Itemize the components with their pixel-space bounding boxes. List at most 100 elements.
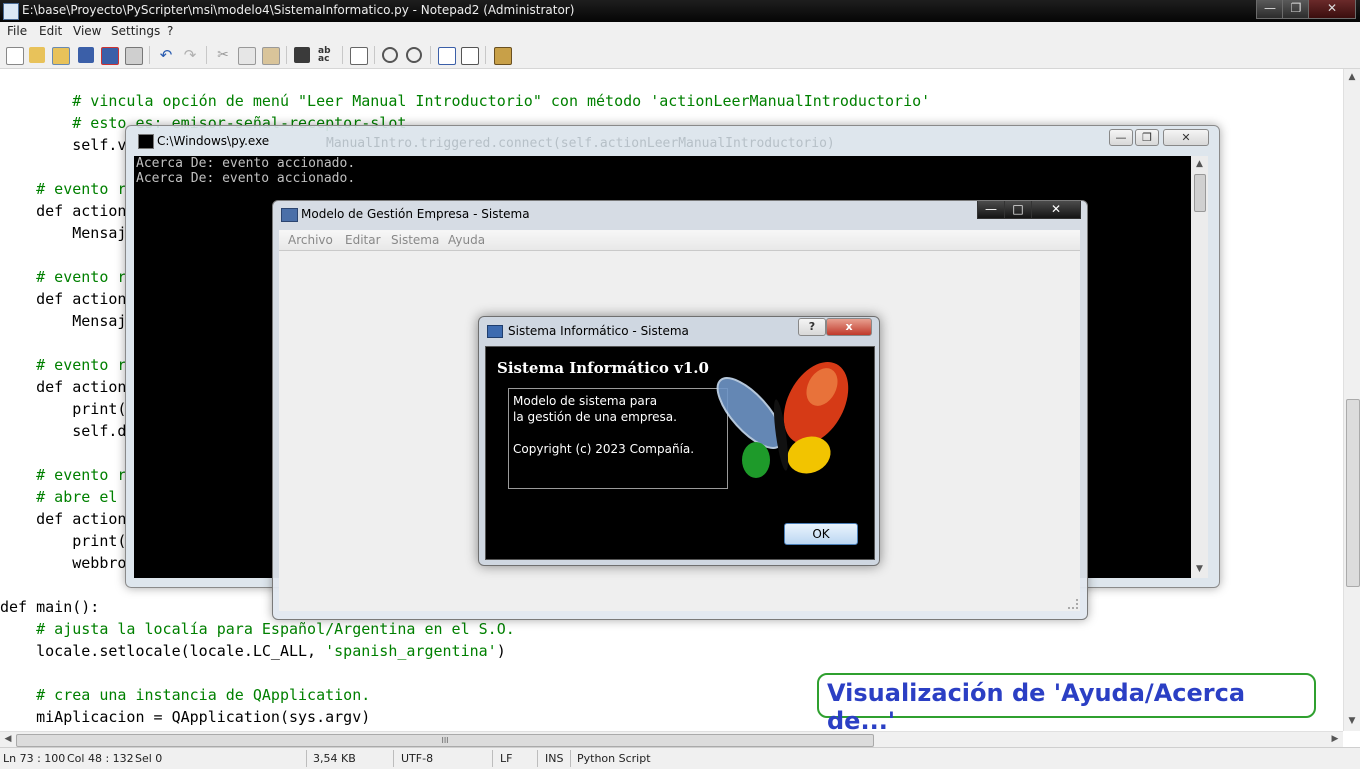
menu-file[interactable]: File [7, 24, 27, 38]
status-separator [537, 750, 538, 767]
qt-minimize-button[interactable]: — [977, 201, 1005, 219]
scroll-down-arrow-icon[interactable]: ▼ [1344, 713, 1360, 729]
console-line: Acerca De: evento accionado. [136, 171, 356, 186]
about-text-line: la gestión de una empresa. [513, 410, 677, 424]
status-separator [306, 750, 307, 767]
annotation-text: Visualización de 'Ayuda/Acerca de...' [827, 679, 1246, 735]
toolbar-separator [206, 46, 207, 64]
settings-icon[interactable] [438, 47, 456, 65]
about-text-box: Modelo de sistema para la gestión de una… [508, 388, 728, 489]
print-icon[interactable] [125, 47, 143, 65]
qt-window-title: Modelo de Gestión Empresa - Sistema [301, 207, 530, 221]
find-icon[interactable] [294, 47, 310, 63]
qt-maximize-button[interactable]: □ [1004, 201, 1032, 219]
code-line: def action [0, 290, 127, 308]
console-maximize-button[interactable]: ❐ [1135, 129, 1159, 146]
menu-edit[interactable]: Edit [39, 24, 62, 38]
code-line: # evento r [0, 466, 127, 484]
dialog-close-button[interactable]: x [826, 318, 872, 336]
console-ghost-text: ManualIntro.triggered.connect(self.actio… [326, 136, 835, 151]
console-scrollbar[interactable]: ▲ ▼ [1191, 156, 1208, 578]
about-dialog: Sistema Informático - Sistema ? x Sistem… [478, 316, 880, 566]
code-line: self.d [0, 422, 127, 440]
console-title: C:\Windows\py.exe [157, 134, 270, 148]
horizontal-scroll-thumb[interactable]: III [16, 734, 874, 747]
vertical-scroll-thumb[interactable] [1346, 399, 1360, 587]
status-column: Col 48 : 132 [67, 752, 134, 765]
undo-icon[interactable]: ↶ [158, 47, 174, 63]
annotation-callout: Visualización de 'Ayuda/Acerca de...' [817, 673, 1316, 735]
cut-icon[interactable]: ✂ [215, 47, 231, 63]
zoom-in-icon[interactable] [382, 47, 398, 63]
scroll-left-arrow-icon[interactable]: ◀ [0, 732, 16, 747]
qt-menu-bar: Archivo Editar Sistema Ayuda [279, 230, 1080, 251]
status-line-ending[interactable]: LF [500, 752, 512, 765]
scroll-down-arrow-icon[interactable]: ▼ [1191, 561, 1208, 577]
editor-vertical-scrollbar[interactable]: ▲ ▼ [1343, 69, 1360, 731]
goto-icon[interactable] [350, 47, 368, 65]
console-scroll-thumb[interactable] [1194, 174, 1206, 212]
status-bar: Ln 73 : 100 Col 48 : 132 Sel 0 3,54 KB U… [0, 747, 1360, 769]
code-line: locale.setlocale(locale.LC_ALL, 'spanish… [0, 642, 506, 660]
code-line: self.v [0, 136, 127, 154]
about-text-line: Modelo de sistema para [513, 394, 658, 408]
status-separator [393, 750, 394, 767]
replace-icon[interactable]: ab ac [318, 47, 334, 64]
qt-close-button[interactable]: ✕ [1031, 201, 1081, 219]
qt-menu-editar[interactable]: Editar [345, 233, 381, 247]
code-line: def action [0, 378, 127, 396]
exit-icon[interactable] [494, 47, 512, 65]
scroll-right-arrow-icon[interactable]: ▶ [1327, 732, 1343, 747]
notepad-title-bar: E:\base\Proyecto\PyScripter\msi\modelo4\… [0, 0, 1360, 22]
ok-button[interactable]: OK [784, 523, 858, 545]
qt-menu-ayuda[interactable]: Ayuda [448, 233, 485, 247]
browse-icon[interactable] [52, 47, 70, 65]
save-as-icon[interactable] [101, 47, 119, 65]
toolbar-separator [286, 46, 287, 64]
scheme-icon[interactable] [461, 47, 479, 65]
code-line: # evento r [0, 356, 127, 374]
help-button[interactable]: ? [798, 318, 826, 336]
status-scheme[interactable]: Python Script [577, 752, 651, 765]
redo-icon[interactable]: ↷ [182, 47, 198, 63]
menu-settings[interactable]: Settings [111, 24, 160, 38]
code-line: def main(): [0, 598, 100, 616]
code-line: def action [0, 510, 127, 528]
menu-help[interactable]: ? [167, 24, 173, 38]
scroll-up-arrow-icon[interactable]: ▲ [1344, 69, 1360, 85]
scroll-up-arrow-icon[interactable]: ▲ [1191, 156, 1208, 172]
code-line: def action [0, 202, 127, 220]
status-encoding[interactable]: UTF-8 [401, 752, 433, 765]
qt-menu-sistema[interactable]: Sistema [391, 233, 439, 247]
qt-menu-archivo[interactable]: Archivo [288, 233, 333, 247]
about-heading: Sistema Informático v1.0 [497, 359, 709, 377]
about-dialog-title: Sistema Informático - Sistema [508, 324, 689, 338]
notepad-menu-bar: File Edit View Settings ? [0, 22, 1360, 42]
paste-icon[interactable] [262, 47, 280, 65]
about-text-line: Copyright (c) 2023 Compañía. [513, 442, 695, 456]
code-line: Mensaj [0, 224, 127, 242]
maximize-button[interactable]: ❐ [1282, 0, 1310, 19]
save-icon[interactable] [78, 47, 94, 63]
notepad-app-icon [3, 3, 19, 20]
size-grip-icon[interactable] [1068, 599, 1078, 609]
console-close-button[interactable]: ✕ [1163, 129, 1209, 146]
close-button[interactable]: ✕ [1308, 0, 1356, 19]
code-line: print( [0, 532, 127, 550]
code-line: Mensaj [0, 312, 127, 330]
copy-icon[interactable] [238, 47, 256, 65]
minimize-button[interactable]: — [1256, 0, 1284, 19]
status-line: Ln 73 : 100 [3, 752, 66, 765]
open-file-icon[interactable] [29, 47, 45, 63]
zoom-out-icon[interactable] [406, 47, 422, 63]
new-file-icon[interactable] [6, 47, 24, 65]
status-insert-mode[interactable]: INS [545, 752, 563, 765]
code-line: # vincula opción de menú "Leer Manual In… [0, 92, 931, 110]
toolbar-separator [342, 46, 343, 64]
code-line: miAplicacion = QApplication(sys.argv) [0, 708, 371, 726]
status-separator [492, 750, 493, 767]
console-line: Acerca De: evento accionado. [136, 156, 356, 171]
console-minimize-button[interactable]: — [1109, 129, 1133, 146]
code-line: # abre el [0, 488, 118, 506]
menu-view[interactable]: View [73, 24, 101, 38]
